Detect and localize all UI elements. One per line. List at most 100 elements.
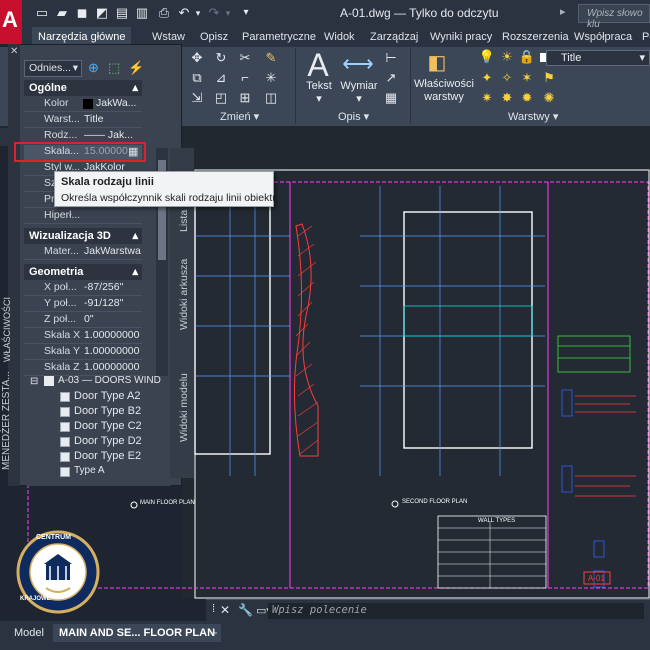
add-layout-icon[interactable]: + — [204, 624, 224, 642]
tree-group-label[interactable]: A-03 — DOORS WIND — [58, 375, 161, 386]
tooltip-title: Skala rodzaju linii — [61, 176, 154, 188]
tab-model[interactable]: Model — [8, 624, 50, 642]
layer-properties-button[interactable]: Właściwości warstwy — [412, 78, 476, 104]
prop-row-color[interactable]: Kolor JakWa... — [24, 97, 142, 112]
layer-freeze-icon[interactable]: ☀ — [498, 49, 516, 65]
section-geometry[interactable]: Geometria ▴ — [24, 264, 142, 280]
layer-unlock-icon[interactable]: ✹ — [518, 90, 536, 106]
section-general[interactable]: Ogólne ▴ — [24, 80, 142, 96]
cmdline-settings-icon[interactable]: 🔧 — [238, 603, 253, 617]
layout-tabs: Model MAIN AND SE... FLOOR PLAN + — [0, 621, 650, 650]
array-icon[interactable]: ⊞ — [236, 90, 254, 106]
rotate-icon[interactable]: ↻ — [212, 50, 230, 66]
tab-manage[interactable]: Zarządzaj — [364, 27, 424, 47]
layer-unisolate-icon[interactable]: ✧ — [498, 70, 516, 86]
scale-icon[interactable]: ◰ — [212, 90, 230, 106]
copy-icon[interactable]: ⧉ — [188, 70, 206, 86]
layer-properties-icon[interactable]: ◧ — [422, 50, 452, 76]
prop-row-pos-z[interactable]: Z poł... 0" — [24, 313, 142, 328]
tree-item-door-a2[interactable]: Door Type A2 — [74, 390, 140, 402]
offset-icon[interactable]: ◫ — [262, 90, 280, 106]
cmdline-close-icon[interactable]: ✕ — [220, 603, 230, 617]
toggle-pickadd-icon[interactable]: ⊕ — [88, 60, 99, 76]
panel-title-annotation[interactable]: Opis ▾ — [338, 110, 369, 123]
side-tab-sheet-views[interactable]: Widoki arkusza — [178, 259, 190, 330]
trim-icon[interactable]: ✂ — [236, 50, 254, 66]
open-folder-icon[interactable]: ▰ — [54, 6, 70, 20]
panel-title-layers[interactable]: Warstwy ▾ — [508, 110, 558, 123]
print-icon[interactable]: ⎙ — [156, 6, 172, 20]
tree-item-door-b2[interactable]: Door Type B2 — [74, 405, 141, 417]
layer-thaw-icon[interactable]: ✸ — [498, 90, 516, 106]
sheet-set-manager-tab[interactable]: MENEDŻER ZESTA... — [1, 371, 12, 470]
text-button[interactable]: Tekst ▾ — [303, 80, 335, 105]
customize-quick-access-icon[interactable]: ▾ — [238, 6, 254, 20]
search-arrow-icon[interactable]: ▸ — [560, 5, 566, 18]
prop-row-scale-y[interactable]: Skala Y 1.00000000 — [24, 345, 142, 360]
layer-match-icon[interactable]: ⚑ — [540, 70, 558, 86]
explode-icon[interactable]: ✳ — [262, 70, 280, 86]
mirror-icon[interactable]: ⊿ — [212, 70, 230, 86]
tab-collaborate[interactable]: Współpraca — [568, 27, 638, 47]
tab-floor-plan-layout[interactable]: MAIN AND SE... FLOOR PLAN — [53, 624, 222, 642]
prop-row-hyperlink[interactable]: Hiperł... — [24, 209, 142, 224]
dimension-tool-icon[interactable]: ⟷ — [340, 50, 376, 78]
dimension-button[interactable]: Wymiar ▾ — [339, 80, 379, 105]
tree-collapse-icon[interactable]: ⊟ — [30, 376, 38, 387]
prop-row-layer[interactable]: Warst... Title — [24, 113, 142, 128]
fillet-icon[interactable]: ⌐ — [236, 70, 254, 86]
undo-dropdown-icon[interactable]: ▾ — [190, 6, 206, 20]
tab-parametric[interactable]: Parametryczne — [236, 27, 322, 47]
layer-lock-icon[interactable]: 🔒 — [518, 49, 536, 65]
tree-item-type-a[interactable]: Type A — [74, 465, 105, 476]
quick-select-icon[interactable]: ⚡ — [128, 60, 144, 76]
tab-featured[interactable]: Polece — [636, 27, 650, 47]
wall-types-title: WALL TYPES — [478, 518, 516, 524]
stretch-icon[interactable]: ⇲ — [188, 90, 206, 106]
object-filter-select[interactable]: Odnies... ▾ — [24, 60, 82, 77]
layer-on-icon[interactable]: 💡 — [478, 49, 496, 65]
layer-walk-icon[interactable]: ✷ — [478, 90, 496, 106]
text-tool-icon[interactable]: A — [303, 48, 333, 82]
search-input[interactable]: Wpisz słowo klu — [578, 4, 650, 30]
panel-title-modify[interactable]: Zmień ▾ — [220, 110, 259, 123]
tab-output[interactable]: Wyniki pracy — [424, 27, 498, 47]
save-icon[interactable]: ◼ — [74, 6, 90, 20]
tab-annotate[interactable]: Opisz — [194, 27, 234, 47]
leader-icon[interactable]: ↗ — [382, 70, 400, 86]
select-objects-icon[interactable]: ⬚ — [108, 60, 120, 76]
save-as-icon[interactable]: ◩ — [94, 6, 110, 20]
prop-row-scale-x[interactable]: Skala X 1.00000000 — [24, 329, 142, 344]
group-icon — [44, 376, 54, 386]
layer-isolate-icon[interactable]: ✦ — [478, 70, 496, 86]
tab-addins[interactable]: Rozszerzenia — [496, 27, 575, 47]
app-logo[interactable]: A — [0, 0, 22, 44]
tree-item-door-c2[interactable]: Door Type C2 — [74, 420, 142, 432]
command-input[interactable]: Wpisz polecenie — [268, 603, 644, 619]
linear-dim-icon[interactable]: ⊢ — [382, 50, 400, 66]
layer-previous-icon[interactable]: ✺ — [540, 90, 558, 106]
palette-close-icon[interactable]: ✕ — [10, 46, 18, 57]
web-save-icon[interactable]: ▤ — [114, 6, 130, 20]
layer-off-icon[interactable]: ✶ — [518, 70, 536, 86]
tree-item-door-d2[interactable]: Door Type D2 — [74, 435, 142, 447]
prop-row-scale-z[interactable]: Skala Z 1.00000000 — [24, 361, 142, 376]
section-3d-visualization[interactable]: Wizualizacja 3D ▴ — [24, 228, 142, 244]
new-file-icon[interactable]: ▭ — [34, 6, 50, 20]
tree-item-door-e2[interactable]: Door Type E2 — [74, 450, 141, 462]
share-icon[interactable]: ▥ — [134, 6, 150, 20]
seal-text-side: KRAJOWE — [20, 596, 51, 602]
layer-dropdown[interactable]: Title ▾ — [546, 50, 650, 66]
redo-dropdown-icon[interactable]: ▾ — [220, 6, 236, 20]
table-icon[interactable]: ▦ — [382, 90, 400, 106]
prop-row-pos-y[interactable]: Y poł... -91/128" — [24, 297, 142, 312]
cmdline-grip-icon[interactable]: ⁞ — [212, 603, 215, 615]
tab-view[interactable]: Widok — [318, 27, 361, 47]
move-icon[interactable]: ✥ — [188, 50, 206, 66]
prop-row-material[interactable]: Mater... JakWarstwa — [24, 245, 142, 260]
side-tab-model-views[interactable]: Widoki modelu — [178, 373, 190, 442]
prop-row-pos-x[interactable]: X poł... -87/256" — [24, 281, 142, 296]
properties-tab[interactable]: WŁAŚCIWOŚCI — [2, 297, 12, 362]
side-tab-list[interactable]: Lista — [178, 210, 190, 232]
erase-icon[interactable]: ✎ — [262, 50, 280, 66]
